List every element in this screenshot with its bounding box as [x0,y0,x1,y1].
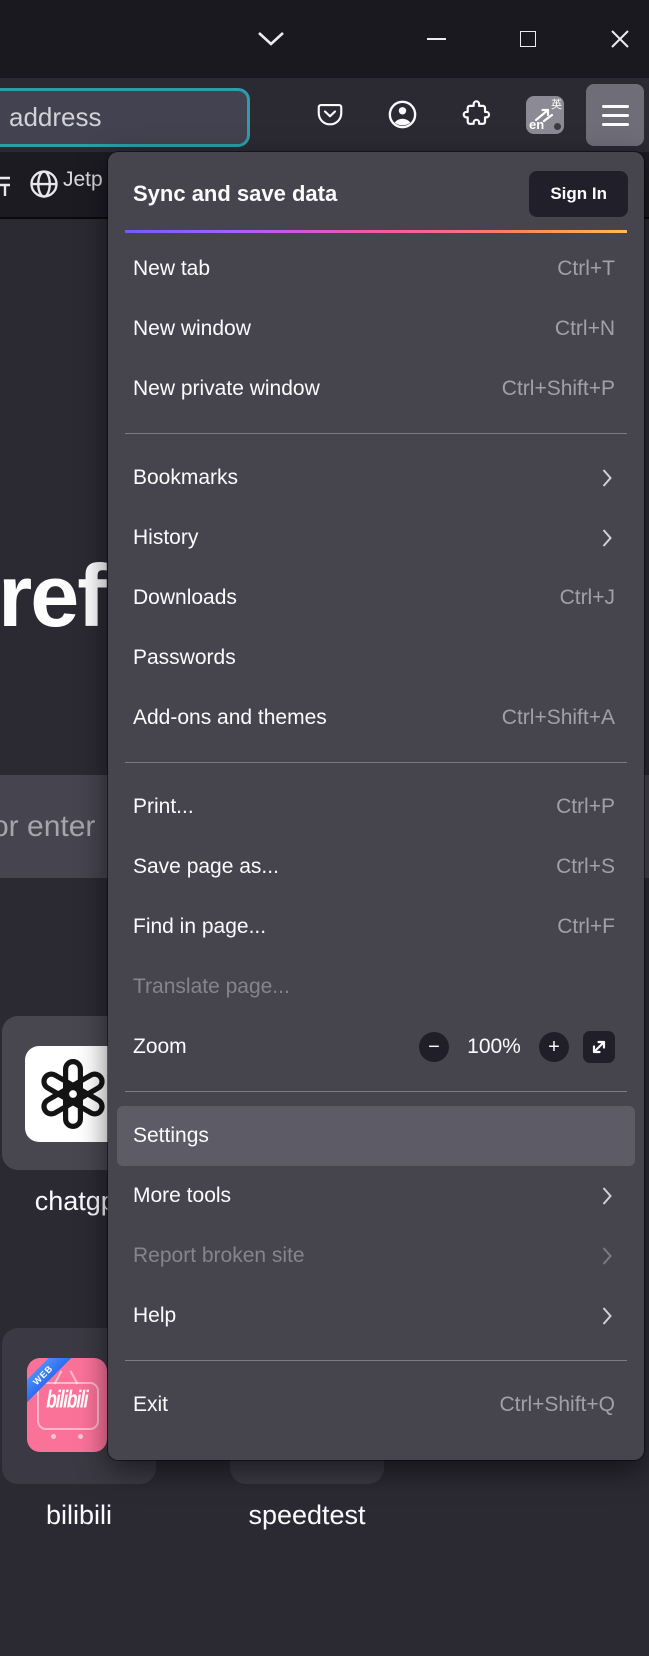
menu-item-report-broken-site: Report broken site [124,1226,628,1286]
menu-item-label: New private window [133,377,502,401]
menu-item-label: Find in page... [133,915,557,939]
extensions-button[interactable] [461,99,492,130]
translate-arrows-icon [532,104,558,126]
address-bar[interactable]: address [0,88,250,147]
menu-separator [125,1091,627,1092]
title-bar [0,0,649,78]
menu-item-shortcut: Ctrl+F [557,915,615,939]
menu-item-label: Print... [133,795,556,819]
menu-item-settings[interactable]: Settings [117,1106,635,1166]
menu-item-find-in-page[interactable]: Find in page... Ctrl+F [124,897,628,957]
chevron-right-icon [601,1306,613,1326]
account-button[interactable] [386,98,419,131]
fullscreen-button[interactable] [583,1031,615,1063]
menu-item-shortcut: Ctrl+S [556,855,615,879]
menu-item-history[interactable]: History [124,508,628,568]
menu-icon [602,105,629,108]
menu-item-shortcut: Ctrl+Shift+P [502,377,615,401]
menu-item-bookmarks[interactable]: Bookmarks [124,448,628,508]
chatgpt-icon-box [25,1046,121,1142]
pocket-button[interactable] [315,100,345,130]
menu-item-new-window[interactable]: New window Ctrl+N [124,299,628,359]
menu-item-exit[interactable]: Exit Ctrl+Shift+Q [124,1375,628,1435]
close-icon [610,29,630,49]
maximize-icon [520,31,536,47]
menu-item-label: Add-ons and themes [133,706,502,730]
menu-item-label: Exit [133,1393,499,1417]
zoom-in-button[interactable]: + [539,1032,569,1062]
menu-item-shortcut: Ctrl+J [560,586,615,610]
menu-item-label: Passwords [133,646,615,670]
account-icon [386,98,419,131]
sign-in-button[interactable]: Sign In [529,171,628,217]
zoom-level[interactable]: 100% [461,1035,527,1059]
menu-separator [125,1360,627,1361]
partial-favicon [0,173,11,199]
chevron-right-icon [601,1246,613,1266]
menu-item-label: New window [133,317,555,341]
bilibili-logo: bilibili WEB [27,1358,107,1452]
shortcut-label-bilibili[interactable]: bilibili [2,1500,156,1531]
menu-item-shortcut: Ctrl+T [557,257,615,281]
menu-item-shortcut: Ctrl+N [555,317,615,341]
zoom-controls: − 100% + [419,1031,615,1063]
menu-item-label: Bookmarks [133,466,601,490]
menu-item-new-tab[interactable]: New tab Ctrl+T [124,239,628,299]
chevron-right-icon [601,1186,613,1206]
menu-header: Sync and save data Sign In [124,166,628,222]
menu-separator [125,433,627,434]
menu-item-new-private-window[interactable]: New private window Ctrl+Shift+P [124,359,628,419]
menu-item-passwords[interactable]: Passwords [124,628,628,688]
bookmark-label[interactable]: Jetp [63,168,103,192]
menu-item-label: History [133,526,601,550]
menu-item-label: Save page as... [133,855,556,879]
menu-item-shortcut: Ctrl+Shift+A [502,706,615,730]
globe-icon [29,169,59,199]
menu-item-label: Settings [133,1124,615,1148]
close-button[interactable] [597,0,643,78]
menu-item-zoom: Zoom − 100% + [124,1017,628,1077]
pocket-icon [315,100,345,130]
menu-item-label: More tools [133,1184,601,1208]
menu-button[interactable] [586,84,644,146]
menu-item-label: Help [133,1304,601,1328]
shortcut-label-speedtest[interactable]: speedtest [230,1500,384,1531]
menu-item-print[interactable]: Print... Ctrl+P [124,777,628,837]
menu-item-translate-page: Translate page... [124,957,628,1017]
expand-icon [589,1037,609,1057]
menu-item-label: Report broken site [133,1244,601,1268]
menu-separator [125,762,627,763]
menu-item-save-page-as[interactable]: Save page as... Ctrl+S [124,837,628,897]
openai-logo [36,1057,110,1131]
accent-gradient-divider [125,230,627,233]
chevron-down-icon[interactable] [248,0,294,78]
sync-header-title: Sync and save data [124,181,529,207]
zoom-out-button[interactable]: − [419,1032,449,1062]
menu-item-label: Zoom [133,1035,419,1059]
menu-item-more-tools[interactable]: More tools [124,1166,628,1226]
menu-item-label: New tab [133,257,557,281]
bookmark-item[interactable] [29,169,59,204]
menu-item-shortcut: Ctrl+Shift+Q [499,1393,615,1417]
menu-item-help[interactable]: Help [124,1286,628,1346]
address-bar-text: address [0,91,247,144]
menu-item-label: Downloads [133,586,560,610]
menu-item-label: Translate page... [133,975,615,999]
chevron-right-icon [601,528,613,548]
menu-item-downloads[interactable]: Downloads Ctrl+J [124,568,628,628]
minimize-button[interactable] [413,0,459,78]
menu-item-shortcut: Ctrl+P [556,795,615,819]
maximize-button[interactable] [505,0,551,78]
translate-extension-button[interactable]: 英 en [526,96,564,134]
menu-item-addons-themes[interactable]: Add-ons and themes Ctrl+Shift+A [124,688,628,748]
translate-badge-dot [554,123,561,130]
chevron-right-icon [601,468,613,488]
app-menu-panel: Sync and save data Sign In New tab Ctrl+… [108,152,644,1460]
puzzle-icon [461,99,492,130]
minimize-icon [427,38,446,41]
